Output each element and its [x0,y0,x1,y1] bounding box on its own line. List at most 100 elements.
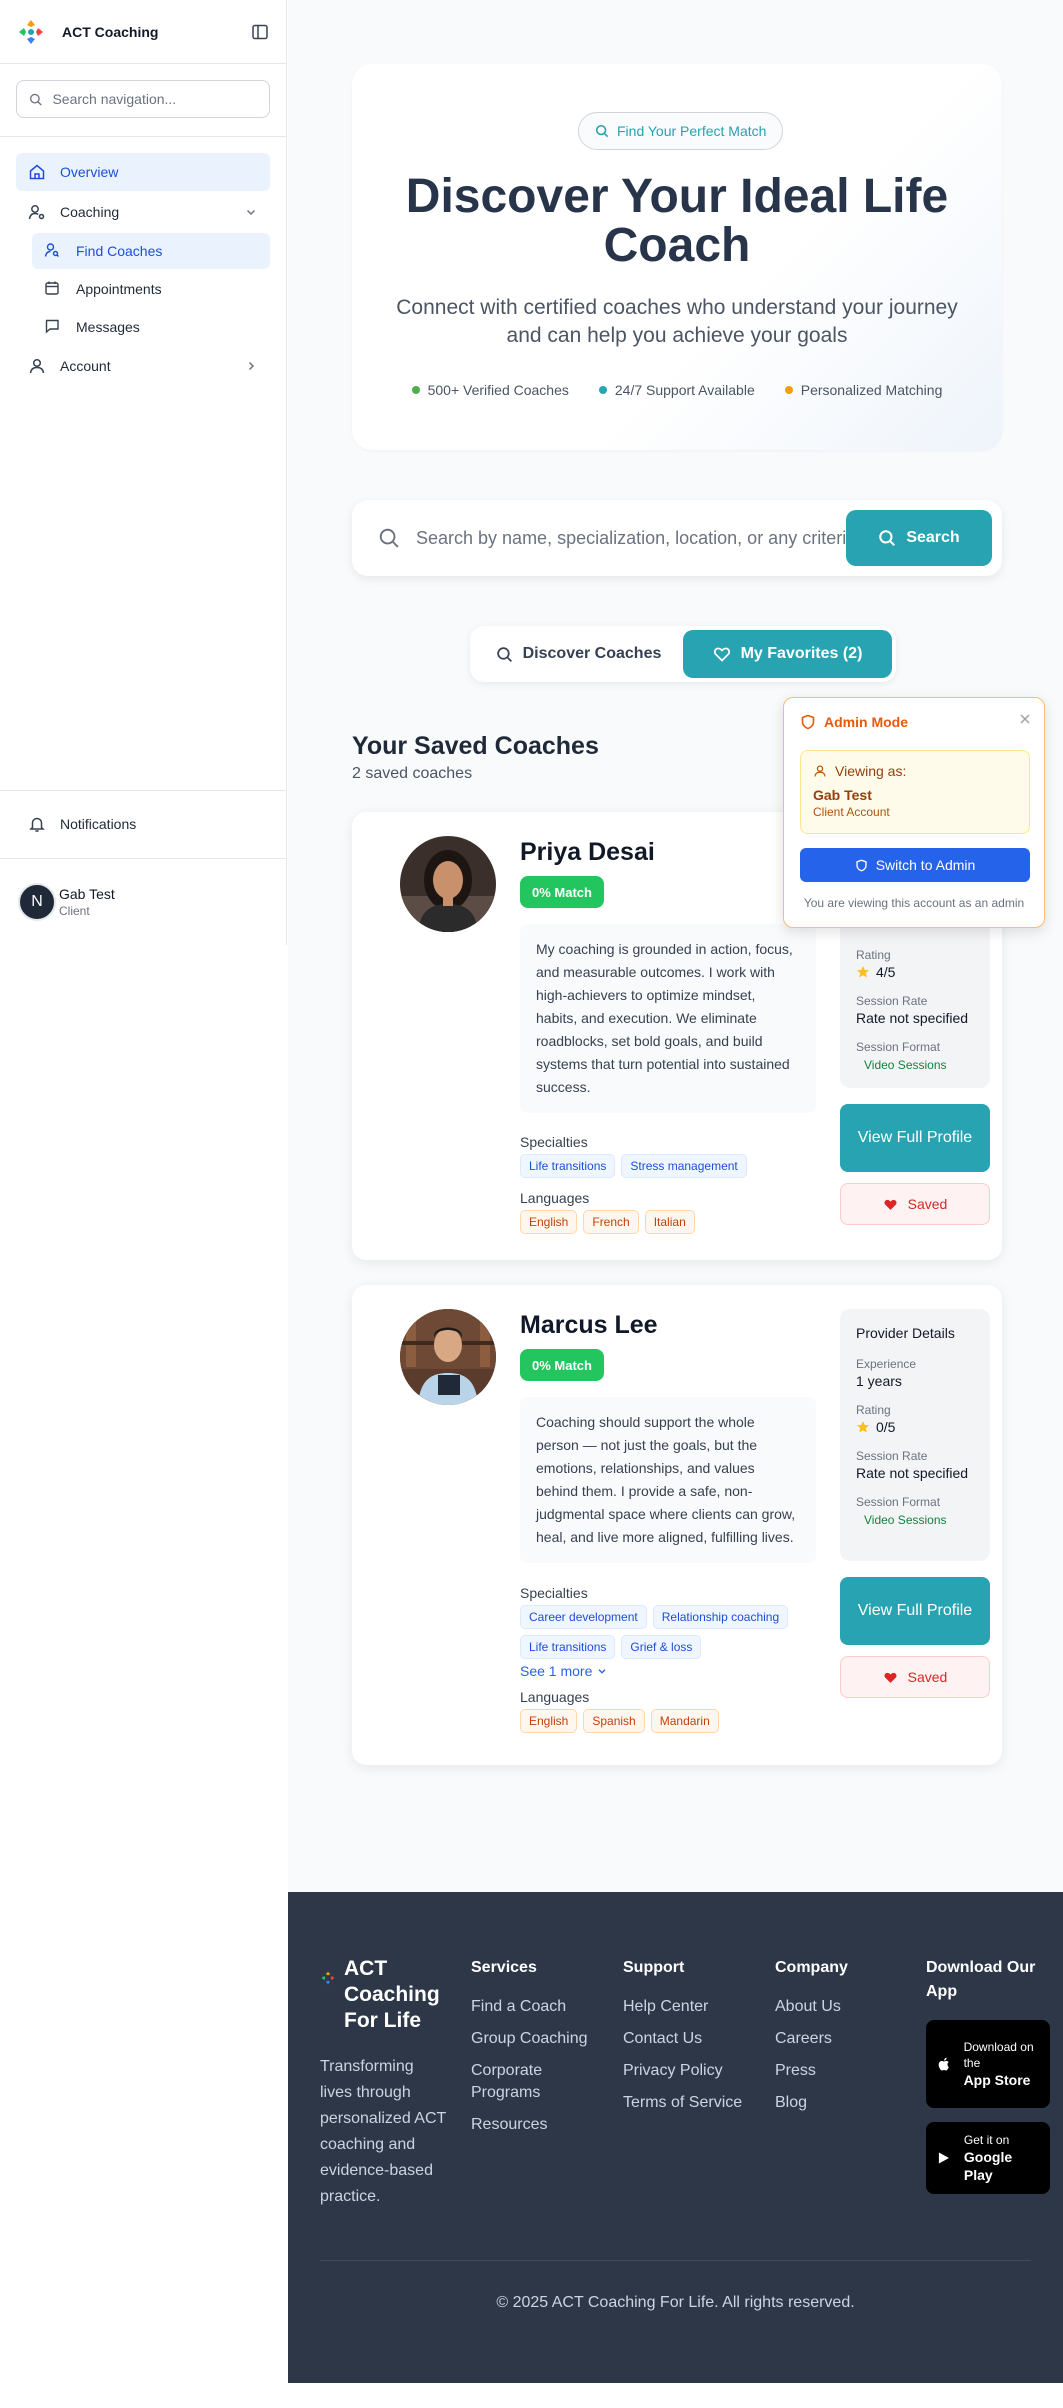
footer-link[interactable]: Help Center [623,1996,743,2018]
see-more-link[interactable]: See 1 more [520,1663,608,1679]
provider-details: Provider Details Experience 1 years Rati… [840,1309,990,1561]
footer-link[interactable]: Careers [775,2028,895,2050]
provider-details-title: Provider Details [856,1325,955,1341]
footer-link[interactable]: Press [775,2060,895,2082]
coach-photo [400,836,496,932]
language-chip: English [520,1210,578,1234]
user-profile[interactable]: N Gab Test Client [18,883,115,921]
saved-favorite-button[interactable]: Saved [840,1656,990,1698]
nav-search-field[interactable] [16,80,270,118]
search-icon [30,93,42,105]
nav-label: Overview [60,164,119,180]
nav-item-coaching[interactable]: Coaching [16,193,270,231]
saved-coaches-heading: Your Saved Coaches [352,732,599,760]
copyright: © 2025 ACT Coaching For Life. All rights… [496,2294,855,2311]
specialty-chip: Relationship coaching [652,1605,789,1629]
admin-note: You are viewing this account as an admin [803,896,1025,910]
google-play-button[interactable]: Get it on Google Play [926,2122,1050,2194]
footer-brand-name: ACT Coaching For Life [344,1957,440,2032]
coach-search-input[interactable] [416,527,846,549]
saved-favorite-button[interactable]: Saved [840,1183,990,1225]
notifications-button[interactable]: Notifications [16,804,270,844]
rating-value: 4/5 [856,964,974,980]
rating-value: 0/5 [856,1419,974,1435]
footer-link[interactable]: Group Coaching [471,2028,601,2050]
status-dot [598,386,607,394]
notifications-label: Notifications [60,816,137,832]
session-rate-label: Session Rate [856,1449,928,1463]
specialties-label: Specialties [520,1134,588,1150]
footer-link[interactable]: Contact Us [623,2028,743,2050]
coaching-submenu: Find Coaches Appointments Messages [32,233,270,345]
footer-link[interactable]: Blog [775,2092,895,2114]
language-chip: Italian [644,1210,695,1234]
footer-link[interactable]: Terms of Service [623,2092,743,2114]
user-icon [814,765,826,777]
coach-card: Marcus Lee 0% Match Coaching should supp… [352,1285,1002,1765]
user-cog-icon [28,203,46,221]
user-role: Client [59,904,90,918]
feature-label: Personalized Matching [800,382,943,398]
tab-my-favorites[interactable]: My Favorites (2) [683,630,892,678]
footer-link[interactable]: Corporate Programs [471,2060,601,2104]
apple-icon [938,2057,949,2071]
app-store-small: Download on the [963,2040,1034,2070]
app-store-button[interactable]: Download on the App Store [926,2020,1050,2108]
nav-search-input[interactable] [52,91,257,107]
footer-brand: ACT Coaching For Life [320,1956,464,2034]
chevron-down-icon [246,209,256,216]
view-full-profile-button[interactable]: View Full Profile [840,1577,990,1645]
nav-label: Account [60,358,111,374]
sidebar-toggle-icon[interactable] [250,22,270,42]
search-icon [595,124,609,138]
specialties-label: Specialties [520,1585,588,1601]
shield-icon [801,714,815,730]
sidebar-nav: Overview Coaching Find Coaches Appointme… [0,137,286,385]
tab-discover-coaches[interactable]: Discover Coaches [474,630,683,678]
specialties-list: Career development Relationship coaching… [520,1605,816,1659]
nav-item-appointments[interactable]: Appointments [32,271,270,307]
nav-item-messages[interactable]: Messages [32,309,270,345]
nav-item-account[interactable]: Account [16,347,270,385]
switch-to-admin-button[interactable]: Switch to Admin [800,848,1030,882]
footer-link[interactable]: About Us [775,1996,895,2018]
search-button[interactable]: Search [846,510,992,566]
nav-item-find-coaches[interactable]: Find Coaches [32,233,270,269]
session-format-label: Session Format [856,1495,941,1509]
viewing-as-label: Viewing as: [835,763,907,779]
footer-heading: Company [775,1959,848,1976]
footer-link[interactable]: Find a Coach [471,1996,601,2018]
footer-link[interactable]: Resources [471,2114,601,2136]
view-full-profile-button[interactable]: View Full Profile [840,1104,990,1172]
viewing-as: Viewing as: [813,763,1017,779]
chevron-right-icon [248,361,255,371]
message-icon [44,318,62,336]
coach-bio: My coaching is grounded in action, focus… [520,924,816,1113]
star-icon [857,966,869,978]
language-chip: Spanish [583,1709,645,1733]
user-icon [28,357,46,375]
specialty-chip: Stress management [621,1154,747,1178]
status-dot [784,386,793,394]
heart-icon [713,647,730,662]
coach-name: Marcus Lee [520,1311,658,1339]
close-icon[interactable] [1018,712,1032,726]
experience-label: Experience [856,1357,917,1371]
rating-label: Rating [856,948,891,962]
saved-label: Saved [907,1196,948,1212]
hero-features: 500+ Verified Coaches 24/7 Support Avail… [352,382,1002,398]
language-chip: English [520,1709,578,1733]
languages-list: English Spanish Mandarin [520,1709,816,1733]
admin-mode-panel: Admin Mode Viewing as: Gab Test Client A… [783,697,1045,928]
footer-link[interactable]: Privacy Policy [623,2060,743,2082]
coach-photo [400,1309,496,1405]
search-icon [496,646,512,662]
tab-label: My Favorites (2) [740,645,863,662]
feature-item: 24/7 Support Available [598,382,755,398]
user-name: Gab Test [59,886,115,902]
bell-icon [29,817,45,832]
feature-item: 500+ Verified Coaches [411,382,569,398]
see-more-label: See 1 more [520,1663,593,1679]
search-icon [879,530,896,547]
nav-item-overview[interactable]: Overview [16,153,270,191]
